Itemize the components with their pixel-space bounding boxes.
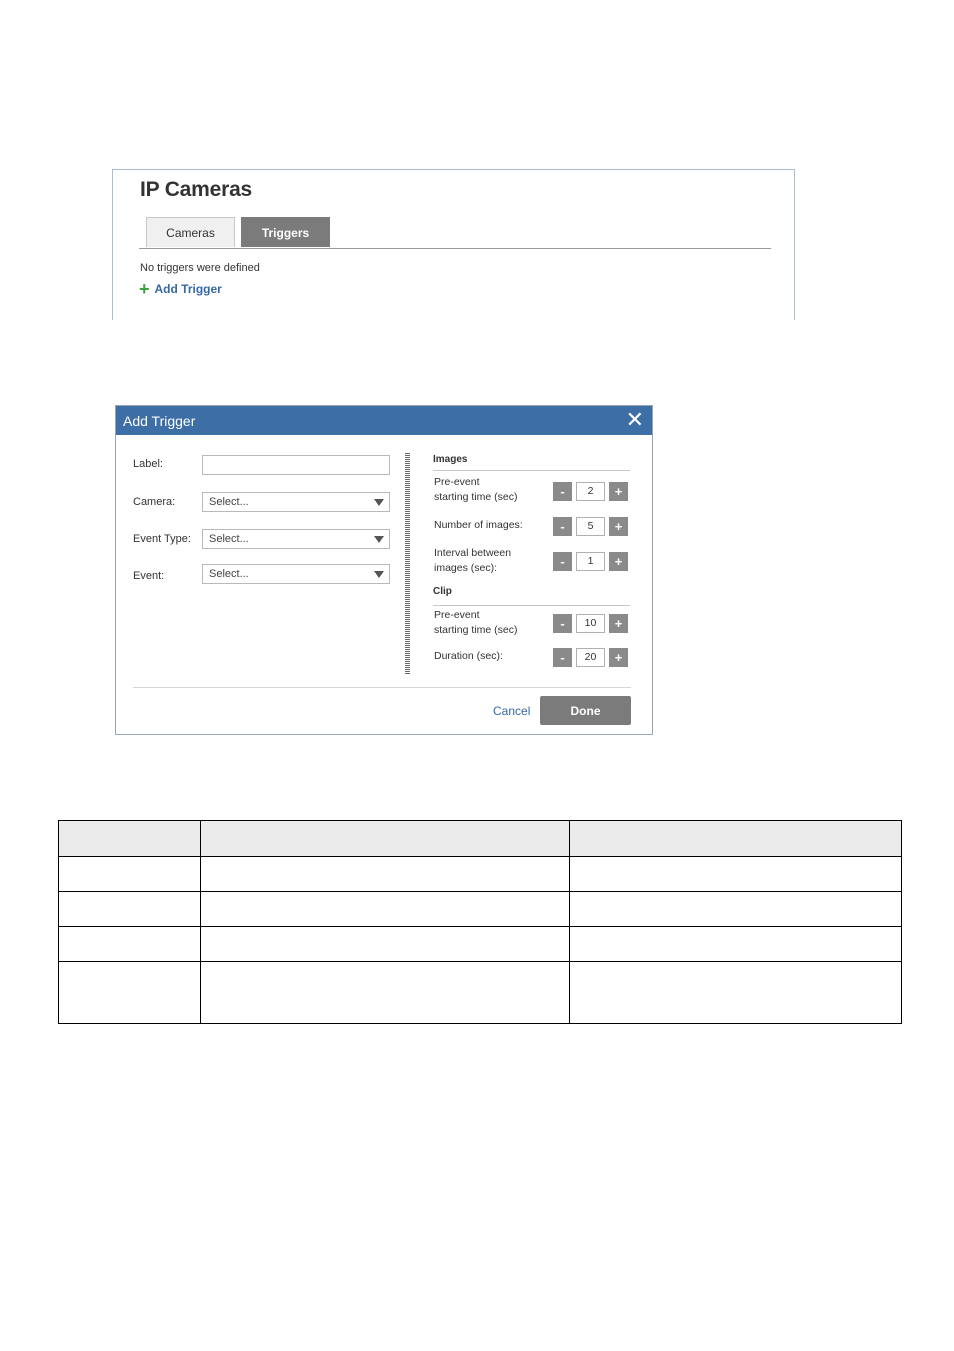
camera-field-label: Camera:	[133, 496, 176, 508]
table-row	[58, 926, 902, 962]
empty-message: No triggers were defined	[140, 262, 260, 274]
label-field-label: Label:	[133, 458, 163, 470]
label-input[interactable]	[202, 455, 390, 475]
table-cell	[569, 891, 902, 927]
table-row	[58, 856, 902, 892]
increment-button[interactable]: +	[609, 647, 628, 667]
add-trigger-dialog: Add Trigger ✕ Label: Camera: Select... E…	[115, 405, 653, 735]
footer-divider	[133, 687, 631, 688]
chevron-down-icon	[374, 536, 384, 543]
table-header-cell	[58, 820, 201, 857]
dialog-header: Add Trigger ✕	[116, 406, 652, 435]
tab-triggers[interactable]: Triggers	[241, 217, 330, 247]
interval-value[interactable]: 1	[576, 551, 605, 571]
table-cell	[58, 856, 201, 892]
decrement-button[interactable]: -	[553, 613, 572, 633]
clip-pre-event-label: Pre-event starting time (sec)	[434, 608, 517, 638]
column-divider	[405, 453, 410, 675]
table-header-row	[58, 820, 902, 857]
label-line: Pre-event	[434, 476, 480, 488]
increment-button[interactable]: +	[609, 551, 628, 571]
images-section-title: Images	[433, 454, 468, 465]
add-trigger-link[interactable]: + Add Trigger	[139, 279, 222, 299]
clip-section-title: Clip	[433, 586, 452, 597]
table-cell	[199, 961, 571, 1024]
chevron-down-icon	[374, 571, 384, 578]
dialog-title: Add Trigger	[123, 413, 196, 429]
interval-stepper: - 1 +	[553, 551, 628, 571]
divider	[433, 470, 630, 471]
label-line: Interval between	[434, 547, 512, 559]
page-title: IP Cameras	[140, 178, 253, 201]
camera-select-value: Select...	[209, 496, 249, 508]
number-of-images-stepper: - 5 +	[553, 516, 628, 536]
tab-bar: Cameras Triggers	[139, 217, 771, 249]
ip-cameras-panel: IP Cameras Cameras Triggers No triggers …	[112, 169, 795, 320]
number-of-images-value[interactable]: 5	[576, 516, 605, 536]
plus-icon: +	[139, 279, 150, 299]
decrement-button[interactable]: -	[553, 516, 572, 536]
decrement-button[interactable]: -	[553, 481, 572, 501]
label-line: starting time (sec)	[434, 491, 518, 503]
table-cell	[199, 856, 571, 892]
event-select-value: Select...	[209, 568, 249, 580]
images-pre-event-stepper: - 2 +	[553, 481, 628, 501]
done-button[interactable]: Done	[540, 696, 631, 725]
chevron-down-icon	[374, 499, 384, 506]
table-cell	[569, 926, 902, 962]
label-line: starting time (sec)	[434, 624, 518, 636]
increment-button[interactable]: +	[609, 613, 628, 633]
add-trigger-label: Add Trigger	[154, 282, 222, 296]
event-field-label: Event:	[133, 570, 165, 582]
duration-value[interactable]: 20	[576, 647, 605, 667]
number-of-images-label: Number of images:	[434, 519, 523, 531]
table-cell	[58, 961, 201, 1024]
duration-stepper: - 20 +	[553, 647, 628, 667]
clip-pre-event-stepper: - 10 +	[553, 613, 628, 633]
label-line: images (sec):	[434, 562, 498, 574]
table-header-cell	[569, 820, 902, 857]
event-type-field-label: Event Type:	[133, 533, 191, 545]
tab-cameras[interactable]: Cameras	[146, 217, 235, 247]
images-pre-event-value[interactable]: 2	[576, 481, 605, 501]
duration-label: Duration (sec):	[434, 650, 503, 662]
decrement-button[interactable]: -	[553, 551, 572, 571]
event-select[interactable]: Select...	[202, 564, 390, 584]
table-cell	[199, 926, 571, 962]
table-cell	[569, 961, 902, 1024]
event-type-select[interactable]: Select...	[202, 529, 390, 549]
event-type-select-value: Select...	[209, 533, 249, 545]
close-icon[interactable]: ✕	[626, 409, 644, 431]
divider	[433, 605, 630, 606]
images-pre-event-label: Pre-event starting time (sec)	[434, 475, 517, 505]
label-line: Pre-event	[434, 609, 480, 621]
table-cell	[569, 856, 902, 892]
camera-select[interactable]: Select...	[202, 492, 390, 512]
clip-pre-event-value[interactable]: 10	[576, 613, 605, 633]
table-row	[58, 961, 902, 1024]
interval-label: Interval between images (sec):	[434, 546, 511, 576]
table-header-cell	[199, 820, 571, 857]
increment-button[interactable]: +	[609, 516, 628, 536]
cancel-button[interactable]: Cancel	[493, 704, 530, 718]
decrement-button[interactable]: -	[553, 647, 572, 667]
table-cell	[58, 891, 201, 927]
table-cell	[58, 926, 201, 962]
increment-button[interactable]: +	[609, 481, 628, 501]
empty-table	[58, 820, 902, 1024]
table-row	[58, 891, 902, 927]
table-cell	[199, 891, 571, 927]
